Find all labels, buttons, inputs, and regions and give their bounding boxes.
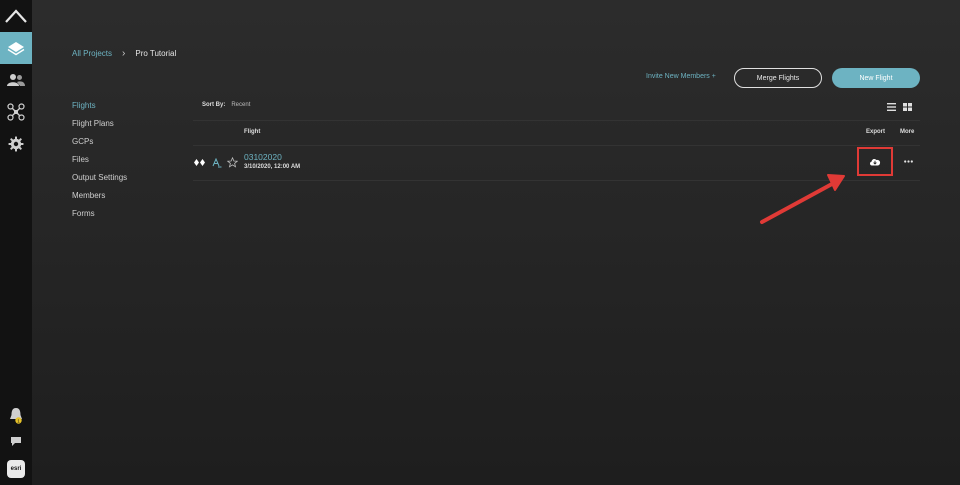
merge-flights-button[interactable]: Merge Flights (734, 68, 822, 88)
menu-item-flight-plans[interactable]: Flight Plans (72, 118, 127, 136)
annotation-arrow-icon (760, 174, 845, 224)
diamond-pair-icon[interactable] (194, 157, 205, 168)
grid-view-icon[interactable] (903, 103, 912, 111)
invite-members-link[interactable]: Invite New Members + (646, 73, 716, 80)
flight-name-link[interactable]: 03102020 (244, 152, 282, 162)
list-view-icon[interactable] (887, 103, 896, 111)
chevron-right-icon: › (122, 48, 126, 59)
gear-icon (8, 136, 24, 152)
esri-label: esri (10, 466, 22, 472)
flight-date: 3/10/2020, 12:00 AM (244, 164, 301, 170)
nav-drones[interactable] (0, 96, 32, 128)
sort-label: Sort By: (202, 102, 226, 108)
divider (193, 145, 920, 146)
nav-settings[interactable] (0, 128, 32, 160)
column-header-export: Export (866, 129, 886, 135)
breadcrumb-all-projects[interactable]: All Projects (72, 49, 112, 58)
project-menu: Flights Flight Plans GCPs Files Output S… (72, 100, 127, 226)
menu-item-gcps[interactable]: GCPs (72, 136, 127, 154)
more-dots-icon (903, 159, 913, 163)
chat-icon[interactable] (9, 434, 23, 448)
export-button[interactable] (857, 147, 893, 176)
new-flight-button[interactable]: New Flight (832, 68, 920, 88)
divider (193, 120, 920, 121)
menu-item-output-settings[interactable]: Output Settings (72, 172, 127, 190)
menu-item-forms[interactable]: Forms (72, 208, 127, 226)
breadcrumb-current: Pro Tutorial (135, 49, 177, 58)
sort-control[interactable]: Sort By: Recent (202, 102, 250, 108)
more-options-button[interactable] (901, 157, 915, 165)
column-header-flight: Flight (244, 129, 261, 135)
layers-icon (7, 42, 25, 56)
bell-icon[interactable]: 1 (8, 407, 24, 425)
breadcrumb: All Projects › Pro Tutorial (72, 48, 176, 59)
column-header-more: More (900, 129, 915, 135)
esri-icon[interactable]: esri (7, 460, 25, 478)
nav-projects[interactable] (0, 32, 32, 64)
drone-icon (7, 103, 25, 121)
text-annotation-icon[interactable] (211, 157, 222, 168)
cloud-download-icon (869, 158, 881, 166)
left-rail: 1 esri (0, 0, 32, 485)
menu-item-members[interactable]: Members (72, 190, 127, 208)
menu-item-flights[interactable]: Flights (72, 100, 127, 118)
people-icon (7, 74, 25, 86)
star-icon[interactable] (227, 157, 238, 168)
menu-item-files[interactable]: Files (72, 154, 127, 172)
drone-deploy-logo-icon[interactable] (4, 6, 28, 26)
nav-members[interactable] (0, 64, 32, 96)
sort-value[interactable]: Recent (231, 102, 250, 108)
